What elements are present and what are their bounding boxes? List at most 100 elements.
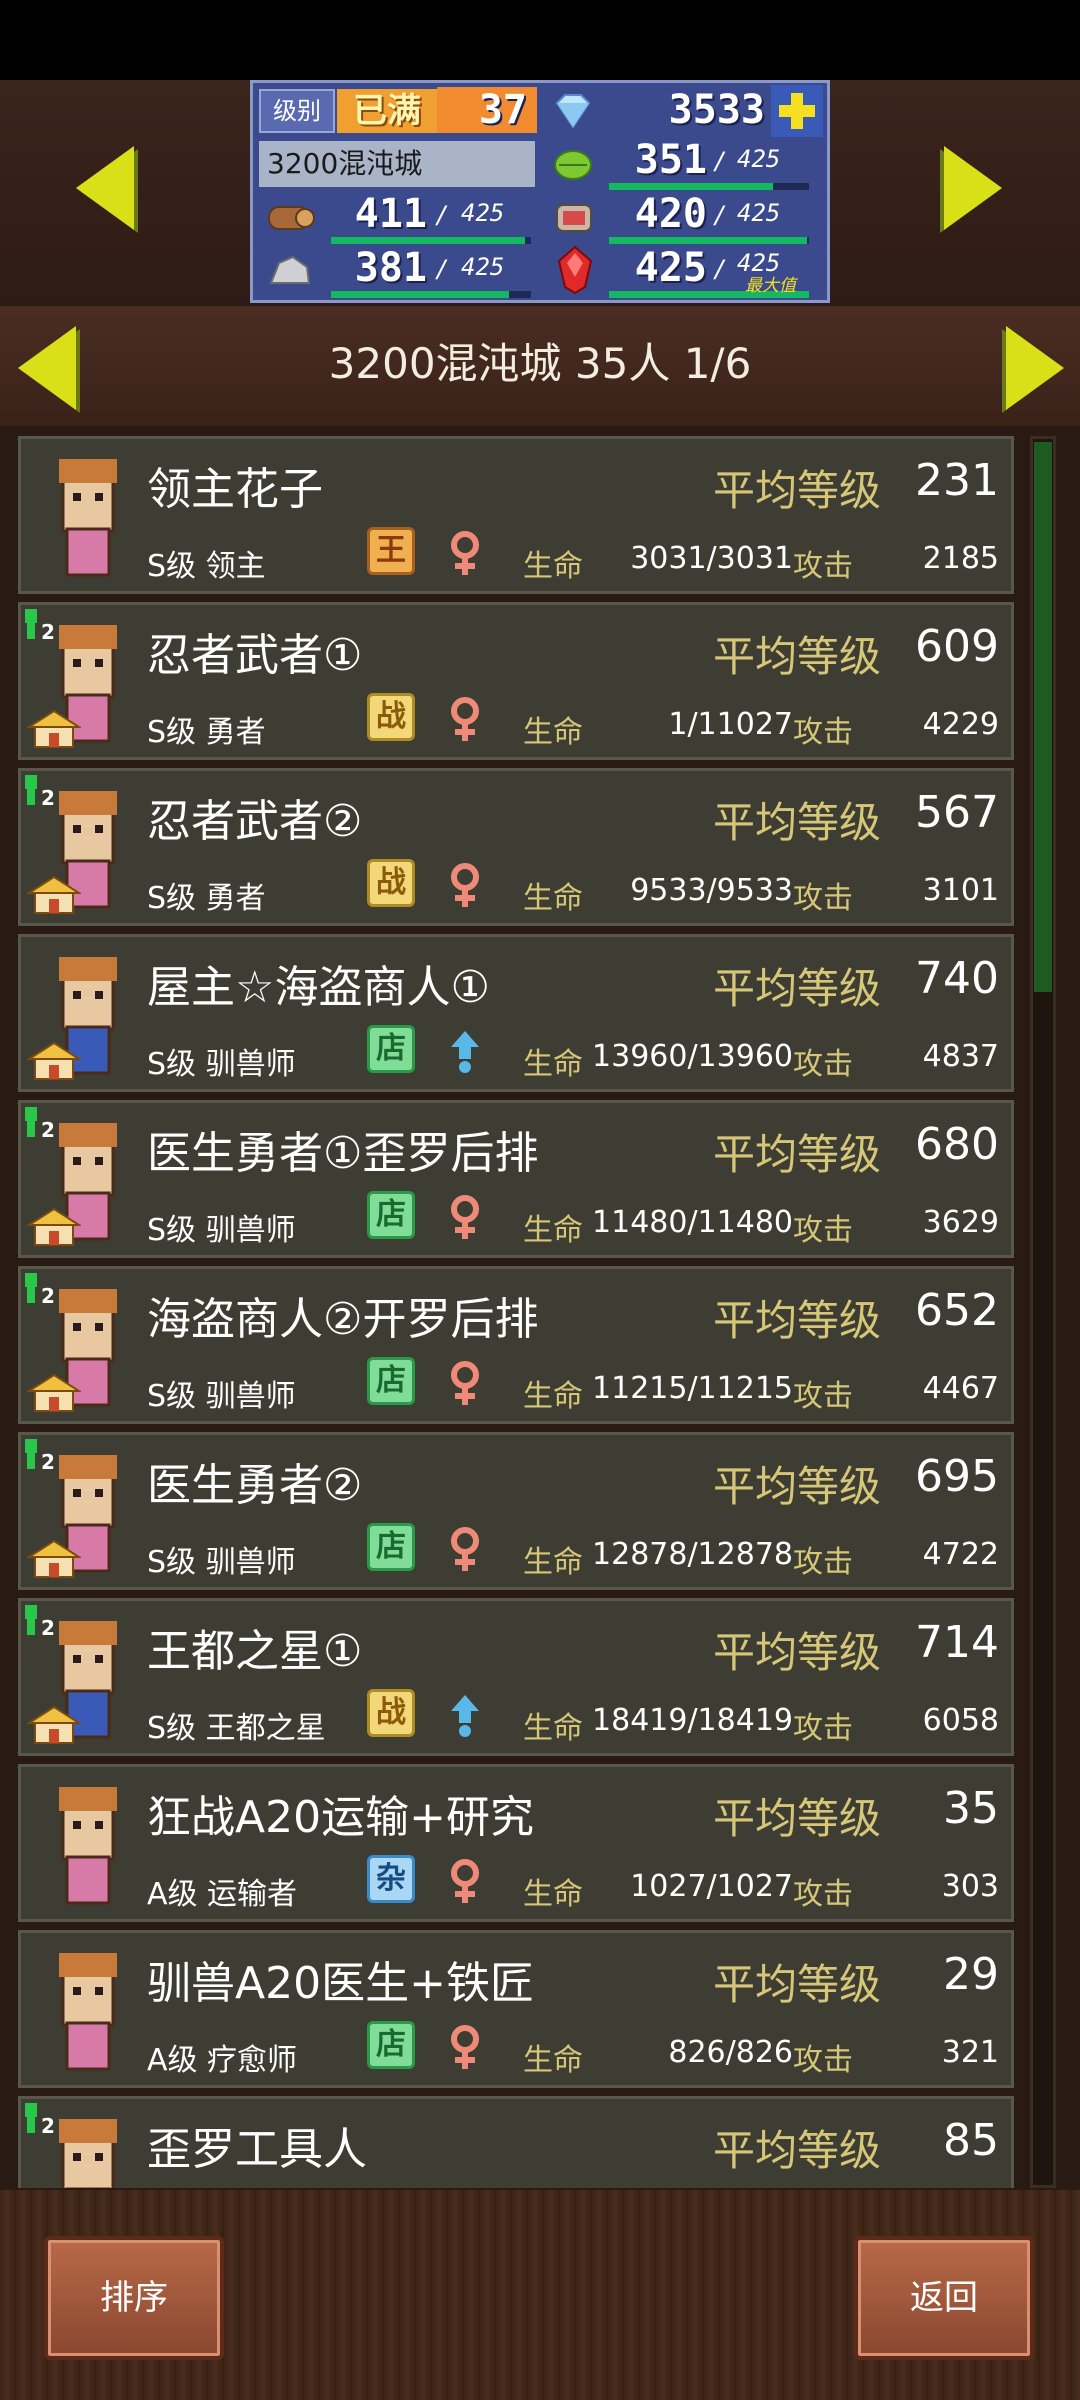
rank-badge-icon: 2 <box>21 1103 55 1143</box>
unit-row[interactable]: 屋主☆海盗商人① 平均等级 740 S级 驯兽师 店 生命 13960/13960 攻击 483… <box>18 934 1014 1092</box>
crop-icon <box>549 141 597 185</box>
unit-name: 王都之星① <box>147 1626 363 1677</box>
avg-level-value: 85 <box>943 2115 999 2166</box>
female-icon <box>445 1195 485 1241</box>
avg-level-value: 29 <box>943 1949 999 2000</box>
avg-level-value: 567 <box>915 787 999 838</box>
add-gems-button[interactable] <box>771 85 823 137</box>
unit-name: 忍者武者② <box>147 796 363 847</box>
hp-label: 生命 <box>523 1047 583 1082</box>
unit-avatar <box>23 1935 145 2085</box>
level-value: 37 <box>437 87 537 133</box>
unit-row[interactable]: 2 王都之星① 平均等级 714 S级 王都之星 战 生命 18419/18419 攻击 6058 <box>18 1598 1014 1756</box>
hp-label: 生命 <box>523 549 583 584</box>
crop-value: 351 <box>634 137 707 183</box>
svg-text:2: 2 <box>41 620 55 644</box>
attack-value: 3629 <box>922 1205 999 1240</box>
unit-class: A级 疗愈师 <box>147 2043 298 2078</box>
avg-level-value: 231 <box>915 455 999 506</box>
rank-badge-icon: 2 <box>21 1601 55 1641</box>
ruby-icon <box>555 245 595 295</box>
back-button[interactable]: 返回 <box>854 2236 1034 2360</box>
avg-level-label: 平均等级 <box>712 1960 881 2009</box>
stone-icon <box>265 249 315 293</box>
house-icon <box>25 1705 83 1745</box>
rank-badge-icon: 2 <box>21 1435 55 1475</box>
hp-value: 12878/12878 <box>592 1537 793 1572</box>
svg-text:2: 2 <box>41 1284 55 1308</box>
attack-value: 6058 <box>922 1703 999 1738</box>
hp-label: 生命 <box>523 1877 583 1912</box>
scrollbar-thumb[interactable] <box>1034 442 1052 992</box>
unit-class: S级 驯兽师 <box>147 1379 296 1414</box>
unit-row[interactable]: 领主花子 平均等级 231 S级 领主 王 生命 3031/3031 攻击 2185 <box>18 436 1014 594</box>
unit-row[interactable]: 驯兽A20医生+铁匠 平均等级 29 A级 疗愈师 店 生命 826/826 攻击 321 <box>18 1930 1014 2088</box>
unit-row[interactable]: 2 医生勇者② 平均等级 695 S级 驯兽师 店 生命 12878/12878 攻击 4722 <box>18 1432 1014 1590</box>
meat-icon <box>549 195 599 239</box>
job-tag-icon: 店 <box>367 1191 415 1239</box>
unit-row[interactable]: 2 忍者武者① 平均等级 609 S级 勇者 战 生命 1/11027 攻击 4229 <box>18 602 1014 760</box>
hp-value: 11215/11215 <box>592 1371 793 1406</box>
sort-button[interactable]: 排序 <box>44 2236 224 2360</box>
svg-text:2: 2 <box>41 1616 55 1640</box>
male-icon <box>445 1693 485 1739</box>
svg-text:2: 2 <box>41 1450 55 1474</box>
attack-value: 4229 <box>922 707 999 742</box>
unit-name: 狂战A20运输+研究 <box>147 1792 534 1843</box>
unit-row[interactable]: 2 歪罗工具人 平均等级 85 <box>18 2096 1014 2188</box>
next-page-arrow-icon[interactable] <box>944 146 1002 230</box>
hp-value: 1027/1027 <box>630 1869 793 1904</box>
unit-row[interactable]: 狂战A20运输+研究 平均等级 35 A级 运输者 杂 生命 1027/1027 攻击 303 <box>18 1764 1014 1922</box>
unit-class: S级 驯兽师 <box>147 1213 296 1248</box>
hp-value: 18419/18419 <box>592 1703 793 1738</box>
job-tag-icon: 店 <box>367 1523 415 1571</box>
stone-bar <box>331 291 509 298</box>
ruby-max-badge: 最大值 <box>745 276 796 296</box>
svg-text:2: 2 <box>41 2114 55 2138</box>
unit-row[interactable]: 2 医生勇者①歪罗后排 平均等级 680 S级 驯兽师 店 生命 11480/11480 攻击 3… <box>18 1100 1014 1258</box>
attack-value: 321 <box>941 2035 999 2070</box>
attack-label: 攻击 <box>793 1213 853 1248</box>
job-tag-icon: 战 <box>367 693 415 741</box>
unit-row[interactable]: 2 忍者武者② 平均等级 567 S级 勇者 战 生命 9533/9533 攻击 3101 <box>18 768 1014 926</box>
house-icon <box>25 1207 83 1247</box>
female-icon <box>445 531 485 577</box>
attack-label: 攻击 <box>793 549 853 584</box>
unit-name: 忍者武者① <box>147 630 363 681</box>
unit-class: S级 驯兽师 <box>147 1545 296 1580</box>
stone-max: 425 <box>461 253 505 281</box>
female-icon <box>445 1361 485 1407</box>
avg-level-label: 平均等级 <box>712 1130 881 1179</box>
prev-page-arrow-icon[interactable] <box>76 146 134 230</box>
unit-class: S级 勇者 <box>147 881 266 916</box>
hp-label: 生命 <box>523 1711 583 1746</box>
avg-level-label: 平均等级 <box>712 632 881 681</box>
hp-value: 9533/9533 <box>630 873 793 908</box>
wood-icon <box>265 195 315 239</box>
unit-name: 歪罗工具人 <box>147 2124 367 2175</box>
ruby-value: 425 <box>634 245 707 291</box>
unit-name: 领主花子 <box>147 464 323 515</box>
attack-value: 2185 <box>922 541 999 576</box>
gems-value: 3533 <box>668 87 765 133</box>
attack-value: 303 <box>941 1869 999 1904</box>
city-name-box: 3200混沌城 <box>259 141 535 187</box>
avg-level-value: 35 <box>943 1783 999 1834</box>
house-icon <box>25 709 83 749</box>
unit-name: 医生勇者② <box>147 1460 363 1511</box>
house-icon <box>25 1539 83 1579</box>
unit-name: 驯兽A20医生+铁匠 <box>147 1958 534 2009</box>
avg-level-label: 平均等级 <box>712 466 881 515</box>
resource-panel: 级别 已满 37 3533 3200混沌城 351 / 425 411 / 42… <box>250 80 830 303</box>
avg-level-label: 平均等级 <box>712 2126 881 2175</box>
unit-row[interactable]: 2 海盗商人②开罗后排 平均等级 652 S级 驯兽师 店 生命 11215/11215 攻击 4… <box>18 1266 1014 1424</box>
diamond-icon <box>551 91 595 131</box>
attack-label: 攻击 <box>793 1047 853 1082</box>
unit-list[interactable]: 领主花子 平均等级 231 S级 领主王生命 3031/3031 攻击 2185 2 忍者武者①… <box>18 436 1014 2188</box>
attack-value: 4467 <box>922 1371 999 1406</box>
unit-name: 屋主☆海盗商人① <box>147 962 490 1013</box>
avg-level-label: 平均等级 <box>712 1628 881 1677</box>
rank-badge-icon: 2 <box>21 2099 55 2139</box>
rank-badge-icon: 2 <box>21 771 55 811</box>
stone-value: 381 <box>354 245 427 291</box>
